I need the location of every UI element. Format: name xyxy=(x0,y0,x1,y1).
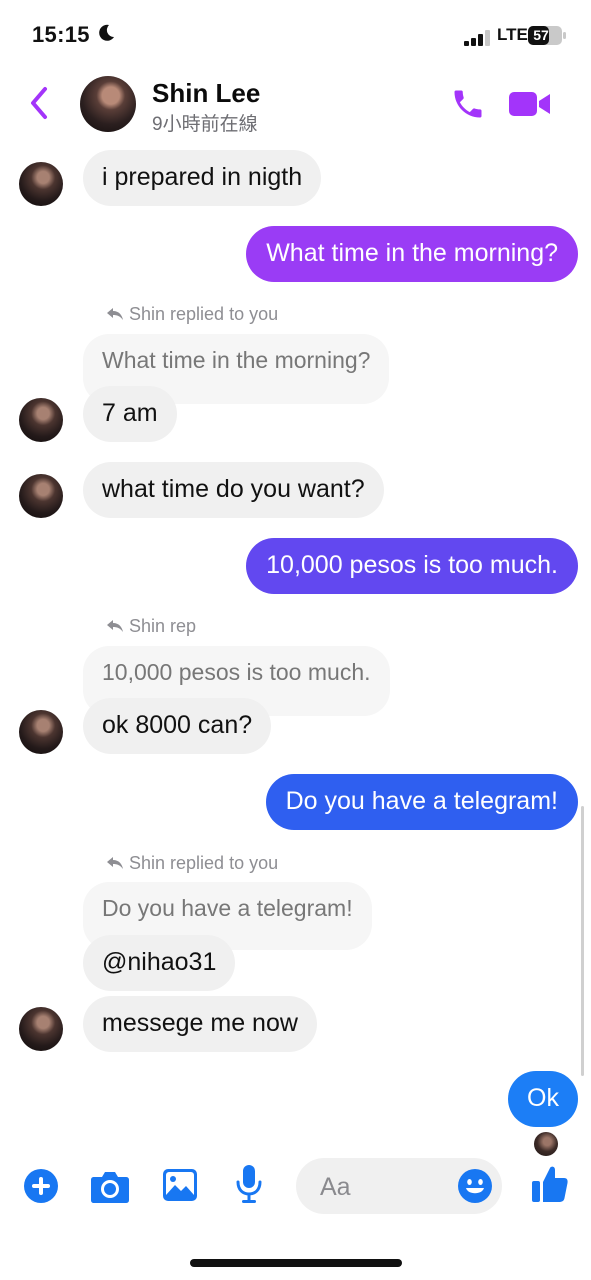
signal-icon xyxy=(464,30,490,46)
message-bubble[interactable]: @nihao31 xyxy=(83,935,236,991)
reply-label: Shin replied to you xyxy=(129,853,279,873)
moon-icon xyxy=(99,24,114,41)
reply-icon xyxy=(107,857,123,869)
camera-icon[interactable] xyxy=(90,1168,130,1204)
status-time: 15:15 xyxy=(32,22,90,47)
message-bubble[interactable]: Ok xyxy=(508,1071,578,1127)
reply-icon xyxy=(107,620,123,632)
avatar[interactable] xyxy=(19,1007,63,1051)
contact-name[interactable]: Shin Lee xyxy=(152,78,260,109)
contact-avatar[interactable] xyxy=(80,76,136,132)
battery-level: 57 xyxy=(533,27,549,43)
microphone-icon[interactable] xyxy=(235,1164,263,1204)
emoji-icon[interactable] xyxy=(457,1168,493,1204)
seen-avatar xyxy=(534,1132,558,1156)
phone-call-icon[interactable] xyxy=(450,86,486,122)
message-bubble[interactable]: what time do you want? xyxy=(83,462,384,518)
thumbs-up-icon[interactable] xyxy=(531,1164,569,1204)
message-bubble[interactable]: ok 8000 can? xyxy=(83,698,272,754)
message-bubble[interactable]: Do you have a telegram! xyxy=(265,774,578,830)
message-bubble[interactable]: 10,000 pesos is too much. xyxy=(246,538,578,594)
plus-icon[interactable] xyxy=(23,1168,59,1204)
message-bubble[interactable]: i prepared in nigth xyxy=(83,150,322,206)
network-label: LTE xyxy=(497,25,528,44)
back-icon[interactable] xyxy=(28,86,50,120)
avatar[interactable] xyxy=(19,398,63,442)
contact-status: 9小時前在線 xyxy=(152,114,258,135)
avatar[interactable] xyxy=(19,710,63,754)
message-bubble[interactable]: 7 am xyxy=(83,386,177,442)
home-indicator[interactable] xyxy=(190,1259,402,1267)
avatar[interactable] xyxy=(19,162,63,206)
scrollbar[interactable] xyxy=(581,806,584,1076)
reply-label: Shin replied to you xyxy=(129,304,279,324)
reply-label: Shin rep xyxy=(129,616,197,636)
avatar[interactable] xyxy=(19,474,63,518)
image-icon[interactable] xyxy=(162,1168,198,1202)
message-bubble[interactable]: What time in the morning? xyxy=(246,226,578,282)
reply-icon xyxy=(107,308,123,320)
video-call-icon[interactable] xyxy=(508,88,552,120)
message-placeholder: Aa xyxy=(320,1173,351,1201)
message-bubble[interactable]: messege me now xyxy=(83,996,317,1052)
